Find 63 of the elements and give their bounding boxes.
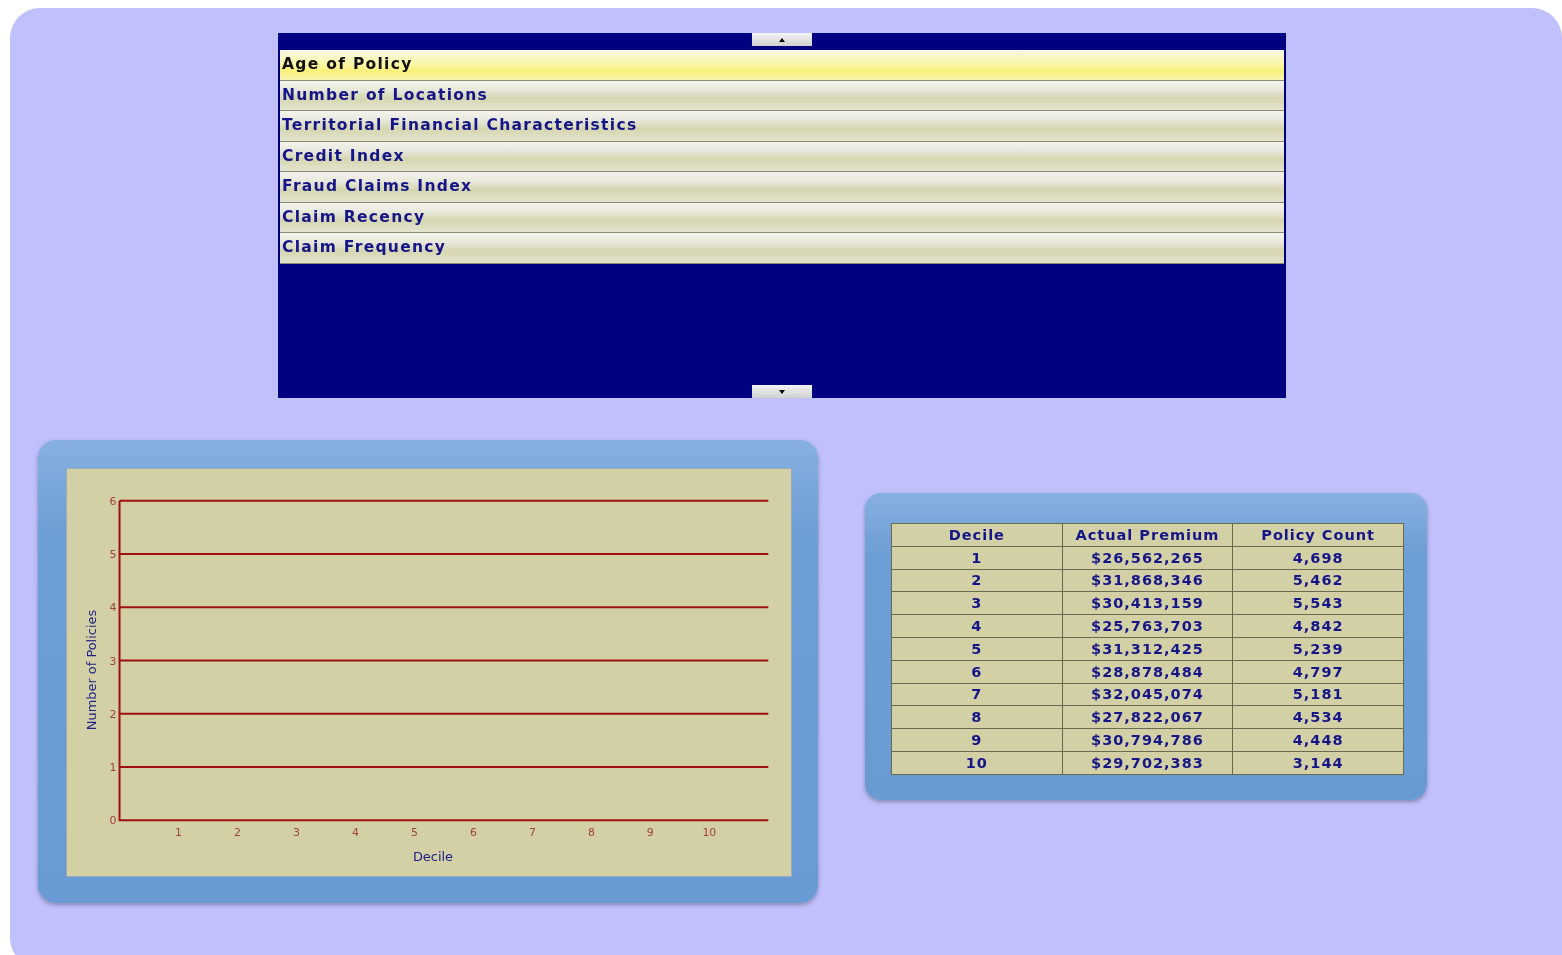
y-tick-label: 3 <box>109 654 117 668</box>
table-cell: 7 <box>891 683 1063 706</box>
x-tick-label: 2 <box>234 826 241 840</box>
y-tick-label: 2 <box>109 707 117 721</box>
y-tick-label: 4 <box>109 601 117 615</box>
table-cell: $29,702,383 <box>1062 751 1233 775</box>
table-cell: 4,797 <box>1232 660 1404 684</box>
table-cell: 4,448 <box>1232 728 1404 752</box>
list-item[interactable]: Territorial Financial Characteristics <box>280 111 1284 142</box>
column-header: Decile <box>891 523 1063 547</box>
x-tick-label: 3 <box>293 826 300 840</box>
x-axis-title: Decile <box>412 849 454 865</box>
table-cell: $25,763,703 <box>1062 614 1233 638</box>
table-cell: 4,842 <box>1232 614 1404 638</box>
list-item[interactable]: Claim Frequency <box>280 233 1284 264</box>
table-cell: $31,312,425 <box>1062 637 1233 661</box>
y-axis-title: Number of Policies <box>83 609 99 731</box>
x-tick-label: 8 <box>587 826 595 840</box>
list-item[interactable]: Number of Locations <box>280 80 1284 111</box>
y-tick-label: 1 <box>109 761 117 774</box>
table-cell: 6 <box>891 660 1063 684</box>
y-tick-label: 0 <box>109 814 117 828</box>
list-item[interactable]: Fraud Claims Index <box>280 172 1284 203</box>
table-cell: 1 <box>891 546 1063 570</box>
list-item[interactable]: Credit Index <box>280 141 1284 172</box>
x-tick-label: 7 <box>528 826 536 840</box>
table-cell: $32,045,074 <box>1062 683 1233 706</box>
table-cell: $27,822,067 <box>1062 705 1233 729</box>
table-cell: 4 <box>891 614 1063 638</box>
table-cell: 5,181 <box>1232 683 1404 706</box>
table-cell: 3 <box>891 591 1063 615</box>
x-tick-label: 4 <box>351 826 359 840</box>
x-tick-label: 9 <box>646 826 654 840</box>
table-cell: 2 <box>891 569 1063 592</box>
x-tick-label: 1 <box>175 826 182 840</box>
y-tick-label: 6 <box>109 494 117 508</box>
table-cell: 5 <box>891 637 1063 661</box>
table-cell: 4,534 <box>1232 705 1404 729</box>
down-arrow-icon <box>779 389 785 394</box>
x-tick-label: 10 <box>702 826 717 840</box>
column-header: Actual Premium <box>1062 523 1233 547</box>
table-cell: 5,543 <box>1232 591 1404 615</box>
table-cell: 9 <box>891 728 1063 752</box>
column-header: Policy Count <box>1232 523 1404 547</box>
list-item[interactable]: Age of Policy <box>280 50 1284 81</box>
table-cell: $28,878,484 <box>1062 660 1233 684</box>
x-tick-label: 6 <box>469 826 477 840</box>
up-arrow-icon <box>779 37 785 42</box>
table-cell: 5,462 <box>1232 569 1404 592</box>
table-cell: $31,868,346 <box>1062 569 1233 592</box>
scroll-up-button[interactable] <box>752 33 812 46</box>
scroll-down-button[interactable] <box>752 385 812 398</box>
x-tick-label: 5 <box>410 826 418 840</box>
table-cell: $30,794,786 <box>1062 728 1233 752</box>
table-cell: 8 <box>891 705 1063 729</box>
y-tick-label: 5 <box>109 548 117 562</box>
table-cell: $30,413,159 <box>1062 591 1233 615</box>
table-cell: 4,698 <box>1232 546 1404 570</box>
list-item[interactable]: Claim Recency <box>280 202 1284 233</box>
table-cell: 10 <box>891 751 1063 775</box>
table-cell: 3,144 <box>1232 751 1404 775</box>
table-cell: $26,562,265 <box>1062 546 1233 570</box>
table-cell: 5,239 <box>1232 637 1404 661</box>
